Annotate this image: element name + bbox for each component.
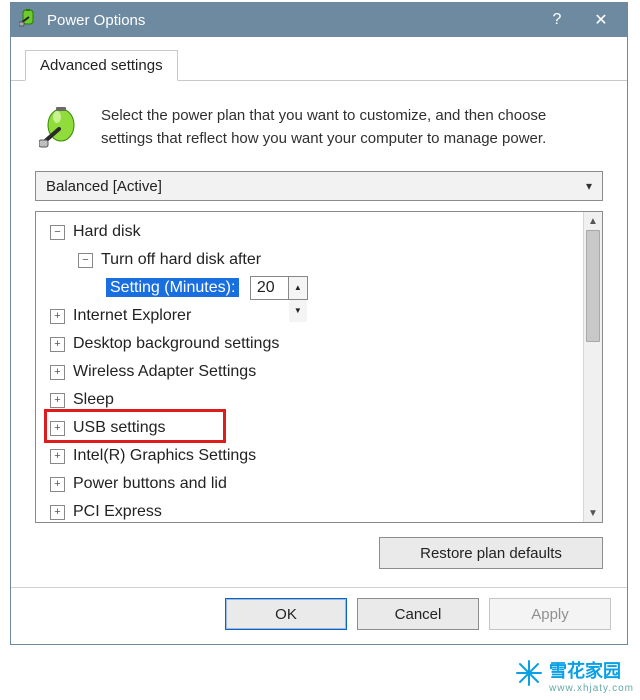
watermark: 雪花家园 www.xhjaty.com (509, 653, 640, 698)
tree-node-hard-disk[interactable]: −Hard disk (50, 218, 584, 246)
tree-node-intel-graphics[interactable]: +Intel(R) Graphics Settings (50, 442, 584, 470)
tree-node-sleep[interactable]: +Sleep (50, 386, 584, 414)
scroll-down-icon[interactable]: ▼ (584, 504, 602, 522)
battery-plug-icon (19, 9, 39, 31)
expand-icon[interactable]: + (50, 421, 65, 436)
intro-text: Select the power plan that you want to c… (101, 105, 599, 153)
power-plan-dropdown[interactable]: Balanced [Active] ▾ (35, 171, 603, 201)
window-title: Power Options (47, 12, 535, 29)
chevron-down-icon: ▾ (586, 179, 592, 193)
collapse-icon[interactable]: − (78, 253, 93, 268)
power-options-dialog: Power Options ? ✕ Advanced settings Sele… (10, 2, 628, 645)
apply-button[interactable]: Apply (489, 598, 611, 630)
watermark-url: www.xhjaty.com (549, 683, 634, 694)
spinner-up-icon[interactable]: ▲ (289, 277, 307, 300)
scroll-up-icon[interactable]: ▲ (584, 212, 602, 230)
tree-node-wireless-adapter[interactable]: +Wireless Adapter Settings (50, 358, 584, 386)
close-button[interactable]: ✕ (579, 3, 623, 37)
expand-icon[interactable]: + (50, 477, 65, 492)
panel: Select the power plan that you want to c… (11, 81, 627, 569)
dialog-footer: OK Cancel Apply (11, 598, 627, 644)
cancel-button[interactable]: Cancel (357, 598, 479, 630)
expand-icon[interactable]: + (50, 309, 65, 324)
tree-node-pci-express[interactable]: +PCI Express (50, 498, 584, 522)
tree-node-internet-explorer[interactable]: +Internet Explorer (50, 302, 584, 330)
tree-node-usb-settings[interactable]: +USB settings (50, 414, 584, 442)
titlebar: Power Options ? ✕ (11, 3, 627, 37)
tree-node-setting-minutes[interactable]: Setting (Minutes): 20 ▲ ▼ (50, 274, 584, 302)
settings-tree: −Hard disk −Turn off hard disk after Set… (35, 211, 603, 523)
power-plan-selected: Balanced [Active] (46, 178, 162, 195)
collapse-icon[interactable]: − (50, 225, 65, 240)
tree-node-power-buttons-lid[interactable]: +Power buttons and lid (50, 470, 584, 498)
tab-strip: Advanced settings (11, 37, 627, 81)
tab-advanced-settings[interactable]: Advanced settings (25, 50, 178, 81)
expand-icon[interactable]: + (50, 505, 65, 520)
minutes-value: 20 (257, 279, 275, 296)
intro-row: Select the power plan that you want to c… (39, 105, 599, 153)
close-icon: ✕ (594, 10, 607, 30)
separator (11, 587, 627, 588)
tree-node-turn-off-hard-disk[interactable]: −Turn off hard disk after (50, 246, 584, 274)
tree-node-desktop-background[interactable]: +Desktop background settings (50, 330, 584, 358)
watermark-name: 雪花家园 (549, 661, 621, 681)
setting-label: Setting (Minutes): (106, 278, 239, 297)
ok-button[interactable]: OK (225, 598, 347, 630)
help-button[interactable]: ? (535, 3, 579, 37)
expand-icon[interactable]: + (50, 337, 65, 352)
spinner-down-icon[interactable]: ▼ (289, 300, 307, 322)
expand-icon[interactable]: + (50, 365, 65, 380)
snowflake-icon (515, 659, 543, 692)
expand-icon[interactable]: + (50, 393, 65, 408)
restore-defaults-button[interactable]: Restore plan defaults (379, 537, 603, 569)
scroll-thumb[interactable] (586, 230, 600, 342)
scrollbar[interactable]: ▲ ▼ (583, 212, 602, 522)
expand-icon[interactable]: + (50, 449, 65, 464)
power-icon (39, 105, 83, 153)
minutes-spinner[interactable]: 20 ▲ ▼ (250, 276, 308, 300)
